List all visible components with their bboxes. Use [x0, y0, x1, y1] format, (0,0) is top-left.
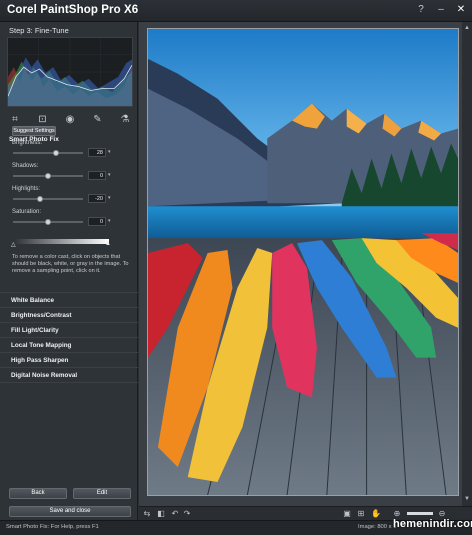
white-point-marker[interactable]: ▲	[105, 241, 111, 247]
app-title: Corel PaintShop Pro X6	[7, 4, 139, 16]
nav-label: Local Tone Mapping	[11, 342, 72, 349]
slider-value-input[interactable]: -20	[88, 194, 106, 203]
pan-hand-icon[interactable]: ✋	[371, 509, 381, 518]
undo-icon[interactable]: ↶	[170, 509, 180, 518]
compare-icon[interactable]: ⇆	[142, 509, 152, 518]
vertical-scrollbar[interactable]: ▲ ▼	[462, 22, 472, 506]
redo-icon[interactable]: ↷	[182, 509, 192, 518]
black-point-marker[interactable]: △	[11, 241, 16, 248]
nav-label: White Balance	[11, 297, 55, 304]
tool-row: ⌗ ⊡ ◉ ✎ ⚗	[8, 114, 132, 126]
fit-window-icon[interactable]: ⊞	[356, 509, 366, 518]
zoom-slider[interactable]	[407, 512, 433, 515]
nav-local-tone-mapping[interactable]: Local Tone Mapping	[0, 337, 138, 352]
slider-thumb[interactable]	[45, 173, 51, 179]
color-picker-icon[interactable]: ⚗	[118, 114, 132, 126]
suggest-settings-button[interactable]: Suggest Settings	[12, 126, 56, 136]
help-button[interactable]: ?	[414, 3, 428, 17]
nav-label: Fill Light/Clarity	[11, 327, 59, 334]
retouch-icon[interactable]: ✎	[91, 114, 105, 126]
spinner-arrow-icon[interactable]: ▾	[108, 218, 111, 224]
close-button[interactable]: ✕	[454, 3, 468, 17]
slider-track[interactable]	[13, 198, 83, 200]
histogram-graph	[8, 38, 132, 106]
slider-thumb[interactable]	[45, 219, 51, 225]
scroll-up-arrow[interactable]: ▲	[464, 25, 470, 31]
nav-label: Digital Noise Removal	[11, 372, 78, 379]
slider-label: Shadows:	[12, 163, 39, 169]
save-and-close-button[interactable]: Save and close	[9, 506, 131, 517]
status-help-text: Smart Photo Fix: For Help, press F1	[6, 524, 99, 530]
slider-thumb[interactable]	[36, 196, 43, 202]
step-title: Step 3: Fine-Tune	[9, 26, 69, 35]
nav-white-balance[interactable]: White Balance	[0, 292, 138, 307]
sampling-gradient	[14, 239, 109, 244]
edit-button[interactable]: Edit	[73, 488, 131, 499]
slider-track[interactable]	[13, 152, 83, 154]
photo	[147, 28, 459, 496]
nav-fill-light-clarity[interactable]: Fill Light/Clarity	[0, 322, 138, 337]
slider-label: Highlights:	[12, 186, 41, 192]
straighten-icon[interactable]: ⊡	[36, 114, 50, 126]
nav-label: High Pass Sharpen	[11, 357, 69, 364]
slider-value-input[interactable]: 0	[88, 171, 106, 180]
color-cast-instructions: To remove a color cast, click on objects…	[12, 254, 129, 274]
title-bar: Corel PaintShop Pro X6 ? – ✕	[0, 0, 472, 22]
nav-high-pass-sharpen[interactable]: High Pass Sharpen	[0, 352, 138, 367]
red-eye-icon[interactable]: ◉	[63, 114, 77, 126]
slider-value-input[interactable]: 28	[88, 148, 106, 157]
zoom-in-icon[interactable]: ⊕	[392, 509, 402, 518]
nav-brightness-contrast[interactable]: Brightness/Contrast	[0, 307, 138, 322]
slider-value-input[interactable]: 0	[88, 217, 106, 226]
slider-thumb[interactable]	[53, 150, 60, 156]
minimize-button[interactable]: –	[434, 3, 448, 17]
crop-icon[interactable]: ⌗	[8, 114, 22, 126]
spinner-arrow-icon[interactable]: ▾	[108, 195, 111, 201]
spinner-arrow-icon[interactable]: ▾	[108, 149, 111, 155]
status-image-size: Image: 800 x 1	[358, 524, 397, 530]
back-button[interactable]: Back	[9, 488, 67, 499]
histogram	[7, 37, 133, 107]
watermark-text: hemenindir.com	[393, 518, 472, 530]
nav-digital-noise-removal[interactable]: Digital Noise Removal	[0, 367, 138, 382]
before-after-icon[interactable]: ◧	[156, 509, 166, 518]
actual-size-icon[interactable]: ▣	[342, 509, 352, 518]
slider-label: Saturation:	[12, 209, 42, 215]
zoom-out-icon[interactable]: ⊖	[437, 509, 447, 518]
nav-label: Brightness/Contrast	[11, 312, 72, 319]
spinner-arrow-icon[interactable]: ▾	[108, 172, 111, 178]
fine-tune-panel: Step 3: Fine-Tune ⌗ ⊡ ◉ ✎ ⚗ Smart Photo …	[0, 22, 138, 520]
slider-label: Brightness:	[12, 140, 43, 146]
nav-divider	[0, 382, 138, 383]
scroll-down-arrow[interactable]: ▼	[464, 496, 470, 502]
photo-image	[148, 29, 458, 495]
image-canvas[interactable]	[139, 22, 472, 506]
